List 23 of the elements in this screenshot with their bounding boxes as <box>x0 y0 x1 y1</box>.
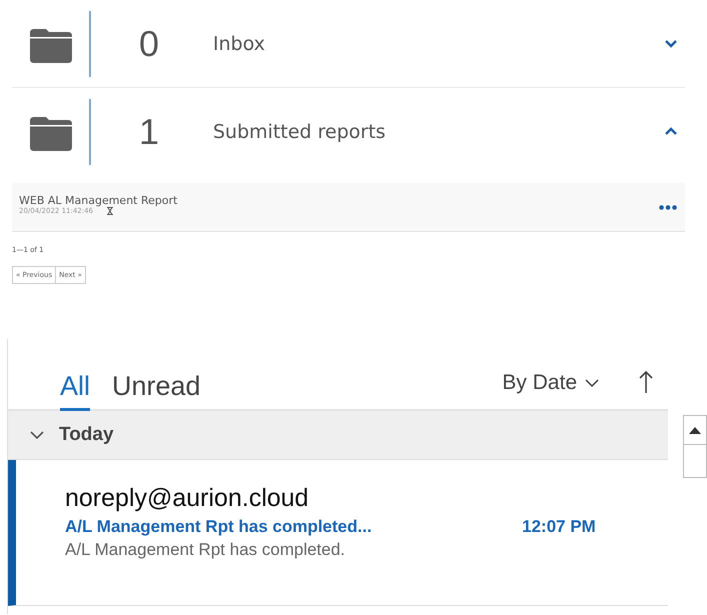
message-item[interactable]: noreply@aurion.cloud A/L Management Rpt has completed... 12:07 PM A/L Management Rpt has completed. <box>8 460 668 606</box>
hourglass-icon <box>107 206 114 214</box>
folder-icon <box>30 116 72 150</box>
expand-chevron-icon[interactable] <box>665 39 677 48</box>
group-label: Today <box>59 424 114 446</box>
collapse-chevron-icon[interactable] <box>665 127 677 136</box>
sort-dropdown[interactable]: By Date <box>502 371 599 395</box>
chevron-down-icon <box>585 379 599 387</box>
folder-icon <box>30 28 72 62</box>
message-time: 12:07 PM <box>522 517 596 537</box>
group-header[interactable]: Today <box>8 411 668 460</box>
folder-count: 1 <box>138 110 160 152</box>
folder-count: 0 <box>138 22 160 64</box>
message-preview: A/L Management Rpt has completed. <box>65 540 346 560</box>
mail-tab[interactable]: Unread <box>112 371 201 411</box>
sort-arrow-icon[interactable] <box>639 371 653 393</box>
more-options-icon[interactable] <box>659 204 677 210</box>
message-subject: A/L Management Rpt has completed... <box>65 517 373 537</box>
folder-label[interactable]: Submitted reports <box>213 120 665 142</box>
scroll-up-icon <box>689 426 701 434</box>
message-sender: noreply@aurion.cloud <box>65 484 310 513</box>
folder-label[interactable]: Inbox <box>213 32 665 54</box>
report-title: WEB AL Management Report <box>19 194 178 206</box>
